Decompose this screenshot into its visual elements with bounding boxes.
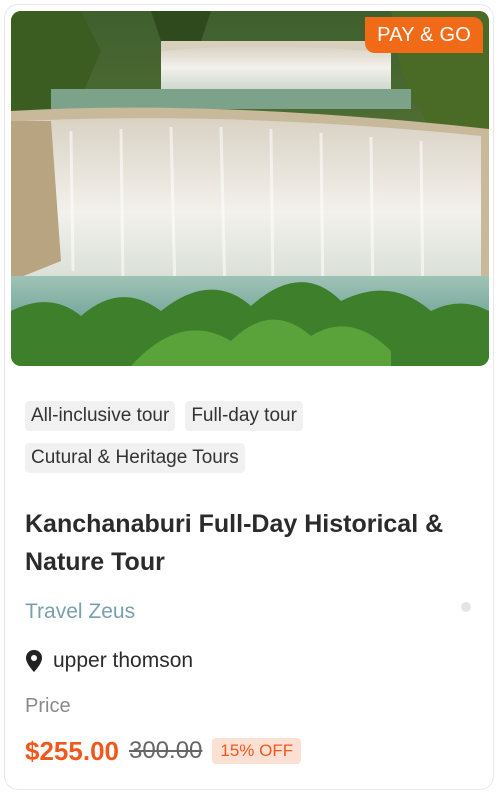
- price-row: $255.00 300.00 15% OFF: [25, 733, 302, 769]
- tour-tags: All-inclusive tour Full-day tour Cutural…: [25, 401, 465, 473]
- tour-hero-image[interactable]: PAY & GO: [11, 11, 489, 366]
- tag-all-inclusive: All-inclusive tour: [25, 401, 176, 431]
- location-text: upper thomson: [53, 649, 194, 672]
- discount-badge: 15% OFF: [212, 738, 302, 764]
- tag-full-day: Full-day tour: [185, 401, 303, 431]
- original-price: 300.00: [128, 737, 203, 764]
- map-pin-icon: [26, 650, 42, 672]
- tour-title[interactable]: Kanchanaburi Full-Day Historical & Natur…: [25, 505, 475, 581]
- price-label: Price: [25, 695, 71, 717]
- provider-indicator-dot: [461, 602, 471, 612]
- tag-cultural-heritage: Cutural & Heritage Tours: [25, 443, 245, 473]
- provider-name[interactable]: Travel Zeus: [25, 597, 135, 627]
- tour-location: upper thomson: [25, 646, 193, 676]
- pay-and-go-badge: PAY & GO: [365, 17, 483, 53]
- current-price: $255.00: [25, 736, 119, 766]
- waterfall-photo: [11, 11, 489, 366]
- tour-card[interactable]: PAY & GO All-inclusive tour Full-day tou…: [4, 4, 494, 790]
